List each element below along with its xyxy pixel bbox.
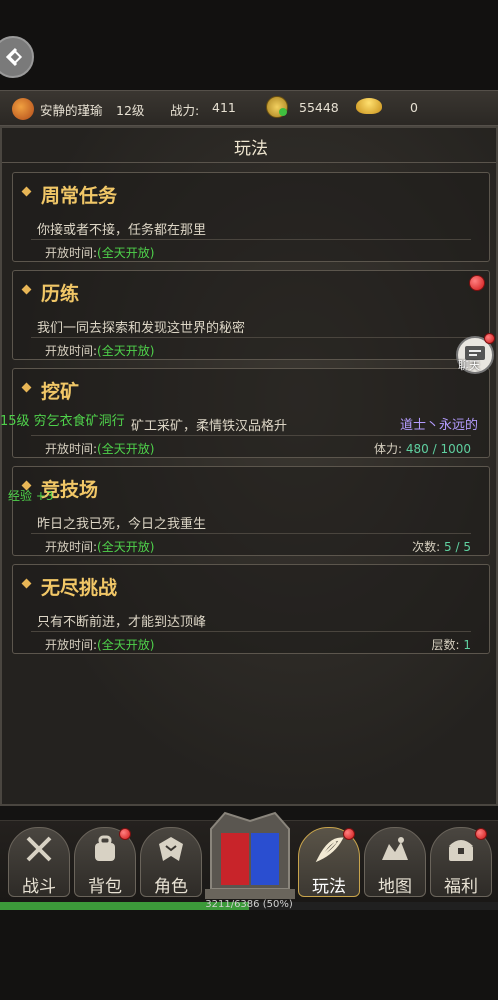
tab-label: 背包 [88,877,122,897]
chevron-left-icon [5,47,23,67]
card-title: 历练 [41,283,80,305]
open-time-value: (全天开放) [97,246,155,260]
coin-amount: 55448 [299,100,339,115]
notification-dot [343,828,355,840]
tab-label: 地图 [378,877,412,897]
panel-title: 玩法 [234,139,268,159]
floor-label: 层数: [431,638,460,652]
tab-label: 玩法 [312,877,346,897]
card-desc: 昨日之我已死，今日之我重生 [37,517,207,532]
tab-label: 福利 [444,877,478,897]
diamond-icon [21,186,32,197]
card-divider [31,533,471,534]
attempts: 次数: 5 / 5 [412,538,471,555]
card-desc: 矿工采矿，柔情铁汉品格升 [131,419,288,434]
open-time-label: 开放时间: [45,246,98,260]
player-name: 安静的瑾瑜 [40,103,103,118]
stamina: 体力: 480 / 1000 [374,440,471,457]
open-time-value: (全天开放) [97,344,155,358]
open-time-value: (全天开放) [97,540,155,554]
tab-label: 战斗 [22,877,56,897]
player-level: 12级 [116,103,145,118]
card-training[interactable]: 历练 我们一同去探索和发现这世界的秘密 开放时间:(全天开放) [12,270,490,360]
player-message: 道士丶永远的 [400,418,479,433]
stamina-label: 体力: [374,442,403,456]
open-time: 开放时间:(全天开放) [45,636,154,653]
open-time-label: 开放时间: [45,638,98,652]
player-avatar-icon [12,98,34,120]
open-time-value: (全天开放) [97,442,155,456]
card-endless-challenge[interactable]: 无尽挑战 只有不断前进，才能到达顶峰 开放时间:(全天开放) 层数: 1 [12,564,490,654]
diamond-icon [21,382,32,393]
back-button[interactable] [0,36,34,78]
notification-dot [475,828,487,840]
diamond-icon [21,578,32,589]
top-bar [0,0,498,90]
open-time-label: 开放时间: [45,442,98,456]
open-time-label: 开放时间: [45,344,98,358]
card-arena[interactable]: 竞技场 昨日之我已死，今日之我重生 开放时间:(全天开放) 次数: 5 / 5 [12,466,490,556]
stamina-value: 480 / 1000 [405,442,471,456]
system-message: 15级 穷乞衣食矿洞行 [0,414,125,429]
notification-dot [469,275,485,291]
tab-gameplay[interactable]: 玩法 [298,827,360,897]
card-title: 挖矿 [41,381,80,403]
gameplay-panel: 玩法 周常任务 你接或者不接，任务都在那里 开放时间:(全天开放) 历练 我们一… [0,126,498,806]
crossed-swords-icon [26,836,52,862]
power-label: 战力: [170,103,200,118]
tab-battle[interactable]: 战斗 [8,827,70,897]
open-time-label: 开放时间: [45,540,98,554]
card-title: 无尽挑战 [41,577,118,599]
card-desc: 你接或者不接，任务都在那里 [37,223,207,238]
open-time: 开放时间:(全天开放) [45,244,154,261]
card-weekly-quest[interactable]: 周常任务 你接或者不接，任务都在那里 开放时间:(全天开放) [12,172,490,262]
ingot-icon [356,98,382,114]
map-icon [382,837,408,860]
card-divider [31,631,471,632]
helmet-icon [159,837,183,861]
title-divider [2,162,496,163]
tab-welfare[interactable]: 福利 [430,827,492,897]
attempts-label: 次数: [412,540,441,554]
attempts-value: 5 / 5 [444,540,471,554]
status-bar: 安静的瑾瑜 12级 战力: 411 55448 0 [0,90,498,126]
tab-label: 角色 [154,877,188,897]
card-desc: 只有不断前进，才能到达顶峰 [37,615,207,630]
add-coin-icon[interactable] [279,108,287,116]
notification-dot [119,828,131,840]
bag-icon [95,835,115,861]
bottom-nav: 战斗 背包 角色 玩法 地图 福利 [0,811,498,903]
card-desc: 我们一同去探索和发现这世界的秘密 [37,321,246,336]
open-time: 开放时间:(全天开放) [45,342,154,359]
card-divider [31,435,471,436]
floor-value: 1 [463,638,471,652]
treasure-chest-icon [449,840,473,861]
exp-text: 3211/6386 (50%) [205,899,293,910]
sword-slash-icon [315,837,344,863]
open-time: 开放时间:(全天开放) [45,440,154,457]
tab-map[interactable]: 地图 [364,827,426,897]
card-divider [31,337,471,338]
class-emblem-icon [205,811,295,899]
open-time-value: (全天开放) [97,638,155,652]
floor: 层数: 1 [431,636,471,653]
diamond-icon [21,284,32,295]
chat-label: 聊天 [458,359,480,372]
ingot-amount: 0 [410,100,418,115]
card-divider [31,239,471,240]
open-time: 开放时间:(全天开放) [45,538,154,555]
tab-bag[interactable]: 背包 [74,827,136,897]
notification-dot [484,333,495,344]
tab-character[interactable]: 角色 [140,827,202,897]
exp-gain-text: 经验 +3 [8,489,54,503]
footer-area [0,910,498,1000]
power-value: 411 [212,100,236,115]
card-title: 周常任务 [41,185,118,207]
